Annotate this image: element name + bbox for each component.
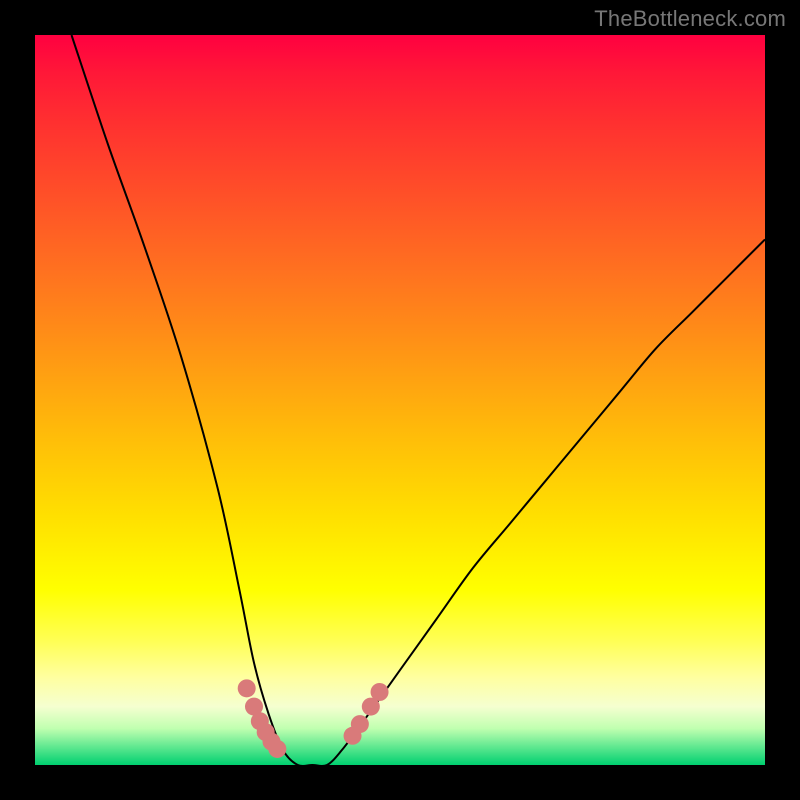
chart-frame: TheBottleneck.com bbox=[0, 0, 800, 800]
chart-svg bbox=[35, 35, 765, 765]
bottleneck-curve bbox=[72, 35, 766, 766]
marker-dot bbox=[351, 715, 369, 733]
plot-area bbox=[35, 35, 765, 765]
watermark-text: TheBottleneck.com bbox=[594, 6, 786, 32]
marker-dot bbox=[268, 740, 286, 758]
marker-dot bbox=[238, 679, 256, 697]
marker-group bbox=[238, 679, 389, 758]
marker-dot bbox=[371, 683, 389, 701]
